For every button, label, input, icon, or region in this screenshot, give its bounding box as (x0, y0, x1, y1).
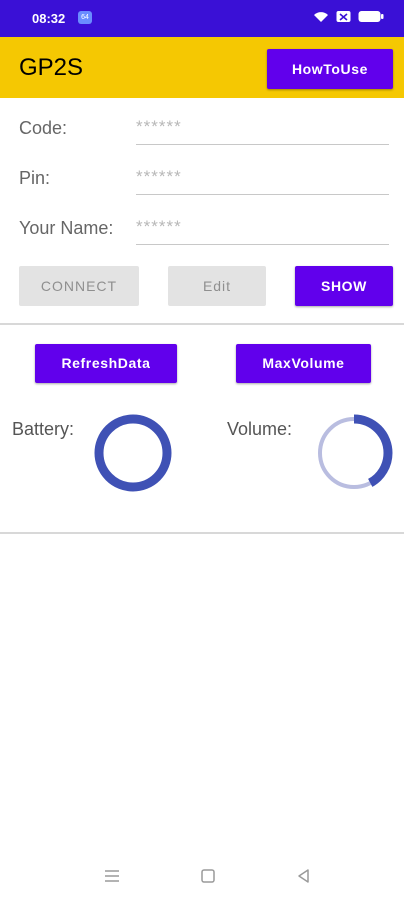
volume-progress-ring (315, 414, 393, 492)
volume-label: Volume: (227, 419, 293, 439)
pin-field[interactable]: ****** (136, 164, 389, 195)
show-button[interactable]: SHOW (295, 266, 393, 306)
code-label: Code: (19, 118, 68, 138)
menu-icon[interactable] (102, 866, 122, 886)
connect-button[interactable]: CONNECT (19, 266, 139, 306)
app-notification-icon: 64 (78, 11, 92, 24)
battery-icon (358, 11, 384, 22)
home-icon[interactable] (198, 866, 218, 886)
wifi-icon (314, 12, 328, 22)
status-icons (313, 10, 384, 23)
name-field[interactable]: ****** (136, 214, 389, 245)
app-title: GP2S (19, 54, 84, 81)
code-field[interactable]: ****** (136, 114, 389, 145)
max-volume-button[interactable]: MaxVolume (236, 344, 371, 383)
name-label: Your Name: (19, 218, 114, 238)
battery-label: Battery: (12, 419, 75, 439)
status-bar: 08:32 64 (0, 0, 404, 37)
how-to-use-button[interactable]: HowToUse (267, 49, 393, 89)
ring-progress-arc (94, 414, 172, 492)
panel-bottom-divider (0, 532, 404, 534)
section-divider (0, 323, 404, 325)
edit-button[interactable]: Edit (168, 266, 266, 306)
status-time: 08:32 (32, 11, 66, 26)
pin-label: Pin: (19, 168, 51, 188)
refresh-data-button[interactable]: RefreshData (35, 344, 177, 383)
battery-progress-ring (94, 414, 172, 492)
sim-icon (336, 11, 351, 22)
app-bar: GP2S HowToUse (0, 37, 404, 98)
system-nav-bar (0, 850, 404, 900)
back-icon[interactable] (294, 866, 314, 886)
